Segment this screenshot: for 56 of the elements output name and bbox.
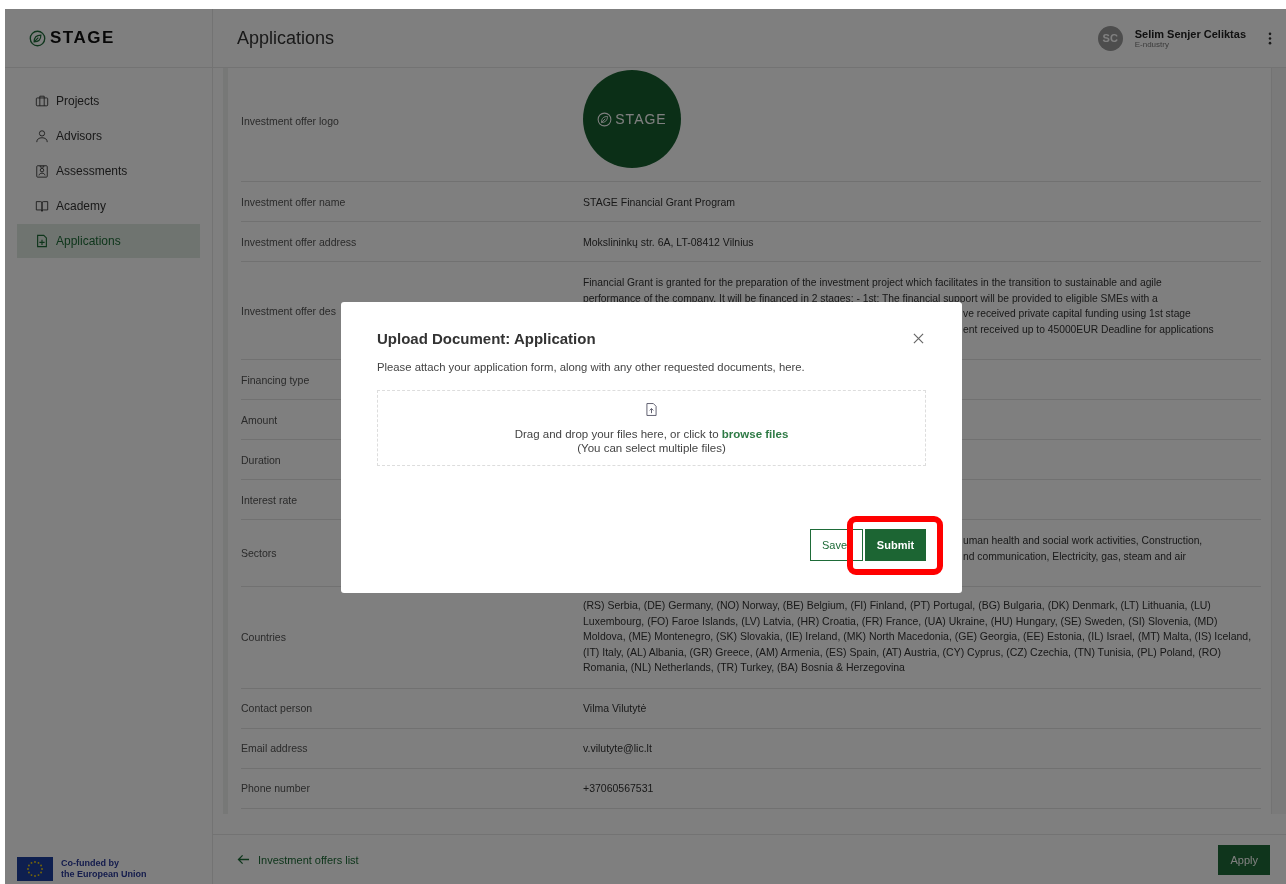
dialog-title: Upload Document: Application — [377, 330, 596, 347]
apply-button[interactable]: Apply — [1218, 844, 1270, 875]
field-value: performance of the company. It will be financed in 2 stages: - 1st: The financial support will be provided to eligible SMEs with a — [583, 291, 1158, 306]
submit-button[interactable]: Submit — [865, 529, 926, 561]
sidebar-item[interactable]: Applications — [17, 224, 200, 258]
field-label: Duration — [241, 453, 282, 466]
back-link[interactable]: Investment offers list — [237, 853, 359, 866]
field-value: +37060567531 — [583, 782, 655, 794]
brand-name: STAGE — [50, 28, 115, 48]
field-label: Interest rate — [241, 493, 299, 506]
field-label: Countries — [241, 631, 287, 644]
drop-instruction: Drag and drop your files here, or click to browse files — [514, 427, 789, 440]
sidebar-item[interactable]: Projects — [17, 84, 200, 118]
arrow-left-icon — [237, 854, 250, 865]
file-drop-zone[interactable]: Drag and drop your files here, or click to browse files (You can select multiple files) — [377, 390, 926, 466]
sidebar-item[interactable]: Assessments — [17, 154, 200, 188]
field-label: Investment offer address — [241, 235, 358, 248]
field-label: Investment offer name — [241, 195, 347, 208]
field-label: Financing type — [241, 373, 311, 386]
sidebar-item[interactable]: Advisors — [17, 119, 200, 153]
field-value: Vilma Vilutytė — [583, 702, 648, 714]
field-label: Investment offer logo — [241, 115, 340, 127]
logo-image: STAGE — [583, 70, 681, 168]
field-label: Email address — [241, 742, 309, 754]
field-value: nd communication, Electricity, gas, steam and air — [963, 549, 1186, 564]
eu-flag-icon — [17, 857, 53, 881]
field-value: Mokslininkų str. 6A, LT-08412 Vilnius — [583, 235, 755, 248]
field-label: Phone number — [241, 782, 311, 794]
field-value: v.vilutyte@lic.lt — [583, 742, 653, 754]
file-plus-icon — [35, 234, 49, 248]
dialog-message: Please attach your application form, along with any other requested documents, here. — [377, 361, 806, 373]
leaf-logo-icon — [29, 29, 46, 47]
id-badge-icon — [35, 164, 49, 178]
field-value: uman health and social work activities, Construction, — [963, 534, 1203, 548]
field-label: Sectors — [241, 547, 278, 559]
user-name: Selim Senjer Celiktas — [1134, 27, 1246, 40]
co-funded-label: Co-funded by — [61, 858, 120, 869]
person-icon — [35, 129, 49, 143]
sidebar-item[interactable]: Academy — [17, 189, 200, 223]
file-upload-icon — [646, 402, 657, 416]
field-label: Investment offer des — [241, 304, 337, 317]
field-value: (RS) Serbia, (DE) Germany, (NO) Norway, (BE) Belgium, (FI) Finland, (PT) Portugal, (BG) Bulgaria, (DK) Denmark, (LT) Lithuania, (LU) Luxembourg, (FO) Faroe Islands, (LV) Latvia, (HR) Croatia, (FR) France, (UA) Ukraine, (HU) Hungary, (SE) Sweden, (SI) Slovenia, (MD) Moldova, (ME) Montenegro, (SK) Slovakia, (IE) Ireland, (MK) North Macedonia, (GE) Georgia, (EE) Estonia, (IL) Israel, (MT) Malta, (IS) Iceland, (IT) Italy, (AL) Albania, (GR) Greece, (AM) Armenia, (ES) Spain, (AT) Austria, (CY) Cyprus, (CZ) Czechia, (TN) Tunisia, (PL) Poland, (RO) Romania, (NL) Netherlands, (TR) Turkey, (BA) Bosnia & Herzegovina — [583, 598, 1253, 675]
more-menu-icon[interactable] — [1268, 31, 1272, 45]
drop-hint: (You can select multiple files) — [577, 441, 726, 454]
co-funded-label: the European Union — [61, 869, 147, 880]
page-title: Applications — [237, 27, 335, 49]
browse-files-link[interactable]: browse files — [721, 427, 789, 440]
field-label: Contact person — [241, 702, 314, 714]
field-label: Amount — [241, 413, 279, 426]
book-icon — [35, 199, 49, 213]
field-value: ve received private capital funding using 1st stage — [963, 307, 1191, 321]
close-icon[interactable] — [913, 333, 924, 344]
field-value: STAGE Financial Grant Program — [583, 195, 737, 208]
field-value: Financial Grant is granted for the preparation of the investment project which facilitates in the transition to sustainable and agile — [583, 276, 1162, 290]
briefcase-icon — [35, 94, 49, 108]
field-value: ent received up to 45000EUR Deadline for applications — [963, 322, 1214, 337]
